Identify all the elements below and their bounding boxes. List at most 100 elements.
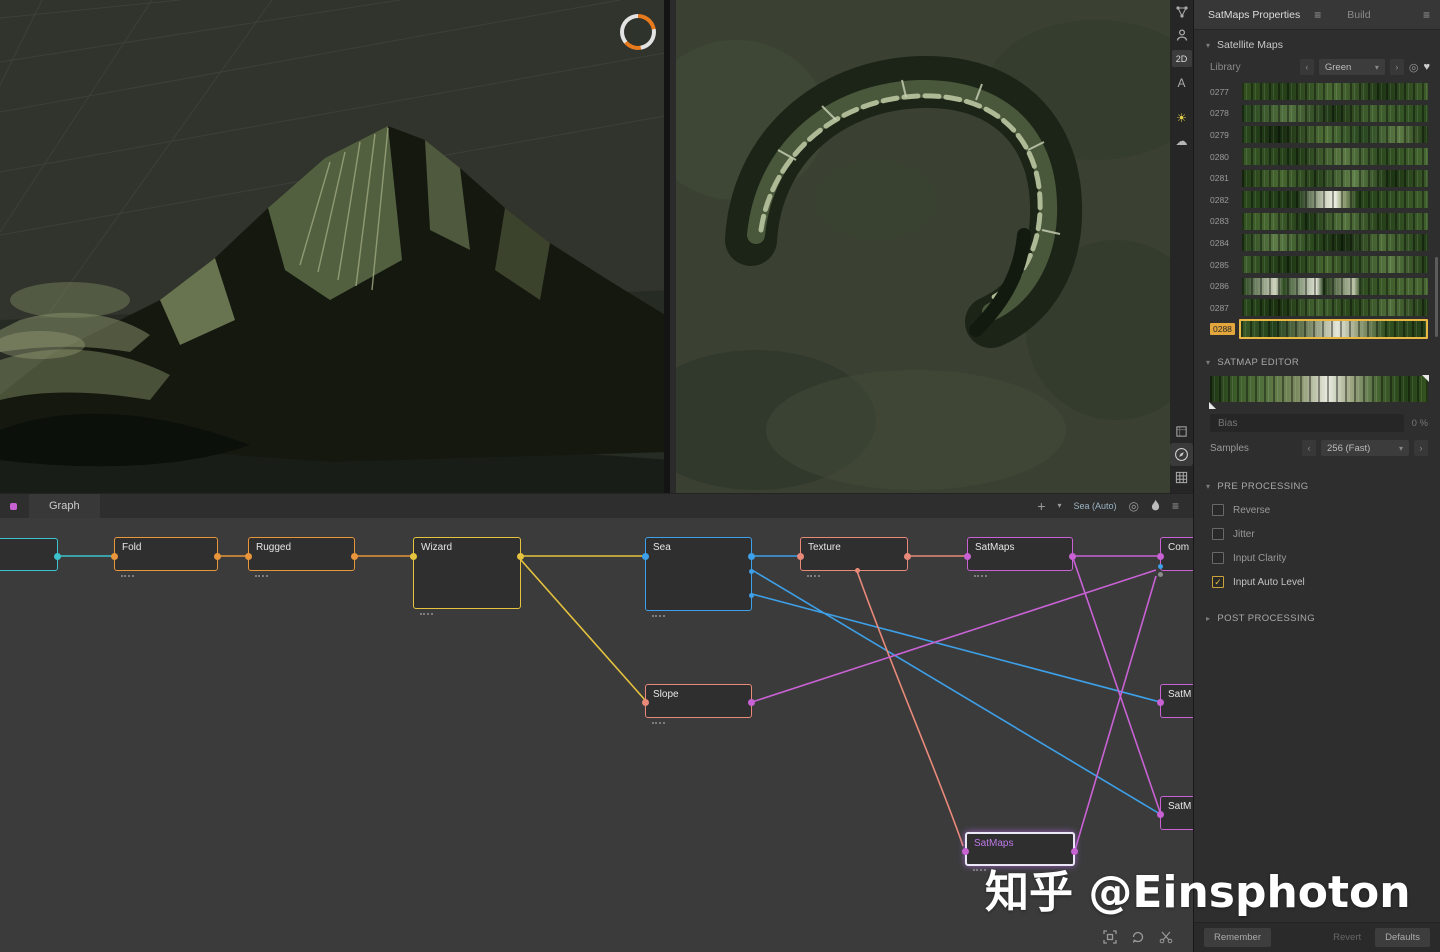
- node-sea[interactable]: Sea: [645, 537, 752, 611]
- input-port[interactable]: [111, 553, 118, 560]
- section-satmap-editor[interactable]: ▾ SATMAP EDITOR: [1194, 348, 1440, 374]
- input-port[interactable]: [1158, 572, 1163, 577]
- satmap-entry[interactable]: 0280: [1194, 146, 1440, 168]
- node-satmap-right-1[interactable]: SatM: [1160, 684, 1193, 718]
- option-input-clarity[interactable]: ✓ Input Clarity: [1194, 546, 1440, 570]
- graph-tab[interactable]: Graph: [29, 494, 100, 518]
- viewport-2d[interactable]: [676, 0, 1170, 493]
- output-port[interactable]: [749, 593, 754, 598]
- node-texture[interactable]: Texture: [800, 537, 908, 571]
- output-port[interactable]: [748, 699, 755, 706]
- wire[interactable]: [752, 570, 1160, 814]
- flame-icon[interactable]: [1151, 499, 1160, 513]
- node-satmaps-1[interactable]: SatMaps: [967, 537, 1073, 571]
- satmap-editor-gradient[interactable]: [1210, 376, 1428, 402]
- output-port[interactable]: [351, 553, 358, 560]
- graph-menu-icon[interactable]: ≡: [1172, 500, 1179, 512]
- target-icon[interactable]: ◎: [1129, 500, 1139, 512]
- prev-samples-button[interactable]: ‹: [1302, 440, 1316, 456]
- option-jitter[interactable]: ✓ Jitter: [1194, 522, 1440, 546]
- remember-button[interactable]: Remember: [1204, 928, 1271, 947]
- output-port[interactable]: [748, 553, 755, 560]
- library-select[interactable]: Green ▾: [1319, 59, 1385, 75]
- grid-layout-icon[interactable]: [1170, 466, 1193, 489]
- checkbox[interactable]: ✓: [1212, 528, 1224, 540]
- gradient-marker-right[interactable]: [1422, 375, 1429, 382]
- input-port[interactable]: [642, 699, 649, 706]
- input-port[interactable]: [410, 553, 417, 560]
- section-post-processing[interactable]: ▸ POST PROCESSING: [1194, 604, 1440, 630]
- output-port[interactable]: [517, 553, 524, 560]
- next-library-button[interactable]: ›: [1390, 59, 1404, 75]
- satmap-entry[interactable]: 0287: [1194, 297, 1440, 319]
- tab-build[interactable]: Build: [1347, 9, 1370, 21]
- favorite-icon[interactable]: ♥: [1423, 61, 1430, 73]
- checkbox-checked[interactable]: ✓: [1212, 576, 1224, 588]
- option-reverse[interactable]: ✓ Reverse: [1194, 498, 1440, 522]
- properties-menu-icon[interactable]: ≡: [1314, 8, 1321, 22]
- output-port[interactable]: [54, 553, 61, 560]
- satmap-entry[interactable]: 0286: [1194, 275, 1440, 297]
- wire[interactable]: [521, 560, 645, 700]
- satmap-entry[interactable]: 0283: [1194, 211, 1440, 233]
- defaults-button[interactable]: Defaults: [1375, 928, 1430, 947]
- satmap-entry[interactable]: 0284: [1194, 232, 1440, 254]
- satmap-entry[interactable]: 0285: [1194, 254, 1440, 276]
- list-scrollbar[interactable]: [1435, 257, 1438, 337]
- checkbox[interactable]: ✓: [1212, 552, 1224, 564]
- refresh-icon[interactable]: [1131, 930, 1145, 944]
- add-node-icon[interactable]: +: [1037, 499, 1045, 513]
- graph-network-icon[interactable]: [1170, 0, 1193, 23]
- revert-button[interactable]: Revert: [1329, 928, 1365, 947]
- input-port[interactable]: [1157, 699, 1164, 706]
- prev-library-button[interactable]: ‹: [1300, 59, 1314, 75]
- chevron-down-icon[interactable]: ▾: [1057, 502, 1061, 510]
- bias-slider[interactable]: Bias: [1210, 414, 1404, 432]
- node-wizard[interactable]: Wizard: [413, 537, 521, 609]
- cut-icon[interactable]: [1159, 930, 1173, 944]
- samples-select[interactable]: 256 (Fast) ▾: [1321, 440, 1409, 456]
- wire[interactable]: [752, 594, 1160, 702]
- input-port[interactable]: [1157, 811, 1164, 818]
- option-input-auto-level[interactable]: ✓ Input Auto Level: [1194, 570, 1440, 594]
- pick-icon[interactable]: ◎: [1409, 61, 1419, 74]
- auto-build-status[interactable]: Sea (Auto): [1073, 501, 1116, 511]
- wire[interactable]: [752, 570, 1156, 702]
- satmap-entry[interactable]: 0278: [1194, 103, 1440, 125]
- satmap-entry[interactable]: 0282: [1194, 189, 1440, 211]
- tab-satmaps-properties[interactable]: SatMaps Properties: [1208, 9, 1300, 21]
- sun-icon[interactable]: ☀: [1170, 106, 1193, 129]
- next-samples-button[interactable]: ›: [1414, 440, 1428, 456]
- input-port[interactable]: [1157, 553, 1164, 560]
- satmap-entry[interactable]: 0277: [1194, 81, 1440, 103]
- input-port[interactable]: [797, 553, 804, 560]
- fit-view-icon[interactable]: [1103, 930, 1117, 944]
- output-port[interactable]: [749, 569, 754, 574]
- node-satmap-right-2[interactable]: SatM: [1160, 796, 1193, 830]
- input-port[interactable]: [1158, 564, 1163, 569]
- compass-icon[interactable]: [1170, 443, 1193, 466]
- wire[interactable]: [857, 571, 963, 846]
- input-port[interactable]: [642, 553, 649, 560]
- section-satellite-maps[interactable]: ▾ Satellite Maps: [1194, 30, 1440, 57]
- wire[interactable]: [1073, 558, 1160, 812]
- input-port[interactable]: [245, 553, 252, 560]
- wire[interactable]: [1075, 576, 1156, 850]
- panel-menu-icon[interactable]: ≡: [1423, 8, 1430, 22]
- input-port[interactable]: [962, 848, 969, 855]
- output-port[interactable]: [1069, 553, 1076, 560]
- section-pre-processing[interactable]: ▾ PRE PROCESSING: [1194, 472, 1440, 498]
- satmap-entry[interactable]: 0281: [1194, 167, 1440, 189]
- character-icon[interactable]: [1170, 23, 1193, 46]
- node-combine[interactable]: Com: [1160, 537, 1193, 571]
- 2d-view-button[interactable]: 2D: [1172, 50, 1192, 67]
- node-slope[interactable]: Slope: [645, 684, 752, 718]
- checkbox[interactable]: ✓: [1212, 504, 1224, 516]
- satmap-entry-selected[interactable]: 0288: [1194, 319, 1440, 341]
- gradient-marker-left[interactable]: [1209, 402, 1216, 409]
- node-fold[interactable]: Fold: [114, 537, 218, 571]
- input-port[interactable]: [964, 553, 971, 560]
- annotation-icon[interactable]: A: [1170, 71, 1193, 94]
- node-rugged[interactable]: Rugged: [248, 537, 355, 571]
- output-port[interactable]: [1071, 848, 1078, 855]
